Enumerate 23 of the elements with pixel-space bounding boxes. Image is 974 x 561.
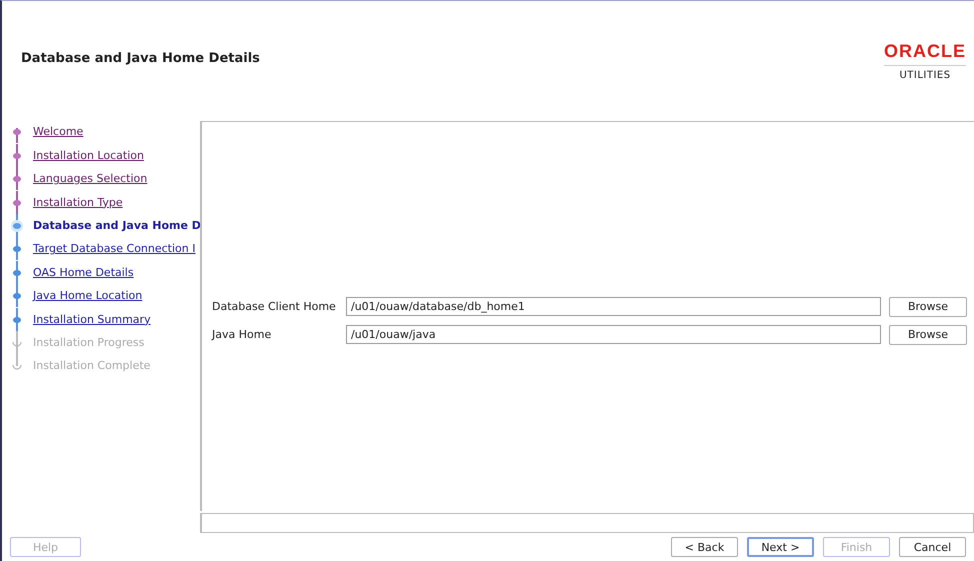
nav-button[interactable]: < Back	[671, 537, 738, 558]
step-link[interactable]: Installation Summary	[33, 312, 151, 326]
step-link: Installation Progress	[33, 336, 144, 349]
step-link[interactable]: Database and Java Home D	[33, 218, 200, 232]
step-link[interactable]: Welcome	[33, 125, 84, 138]
step-link[interactable]: Languages Selection	[33, 172, 148, 186]
step-link[interactable]: Installation Location	[33, 148, 144, 162]
step-link: Installation Complete	[33, 359, 150, 372]
step-link[interactable]: Target Database Connection I	[33, 242, 196, 256]
nav-button[interactable]: Next >	[747, 537, 814, 558]
logo-subtitle: UTILITIES	[899, 70, 951, 81]
step-link[interactable]: Installation Type	[33, 196, 123, 209]
step-link[interactable]: OAS Home Details	[33, 266, 134, 279]
input-field[interactable]: /u01/ouaw/java	[346, 325, 881, 344]
page-title: Database and Java Home Details	[21, 51, 260, 66]
logo-wordmark: ORACLE	[884, 41, 966, 66]
browse-button[interactable]: Browse	[888, 324, 967, 345]
step-link[interactable]: Java Home Location	[33, 289, 142, 302]
input-field[interactable]: /u01/ouaw/database/db_home1	[346, 297, 881, 316]
field-label: Java Home	[212, 328, 272, 342]
field-label: Database Client Home	[212, 300, 337, 314]
nav-button[interactable]: Cancel	[899, 537, 966, 558]
browse-button[interactable]: Browse	[888, 296, 967, 317]
